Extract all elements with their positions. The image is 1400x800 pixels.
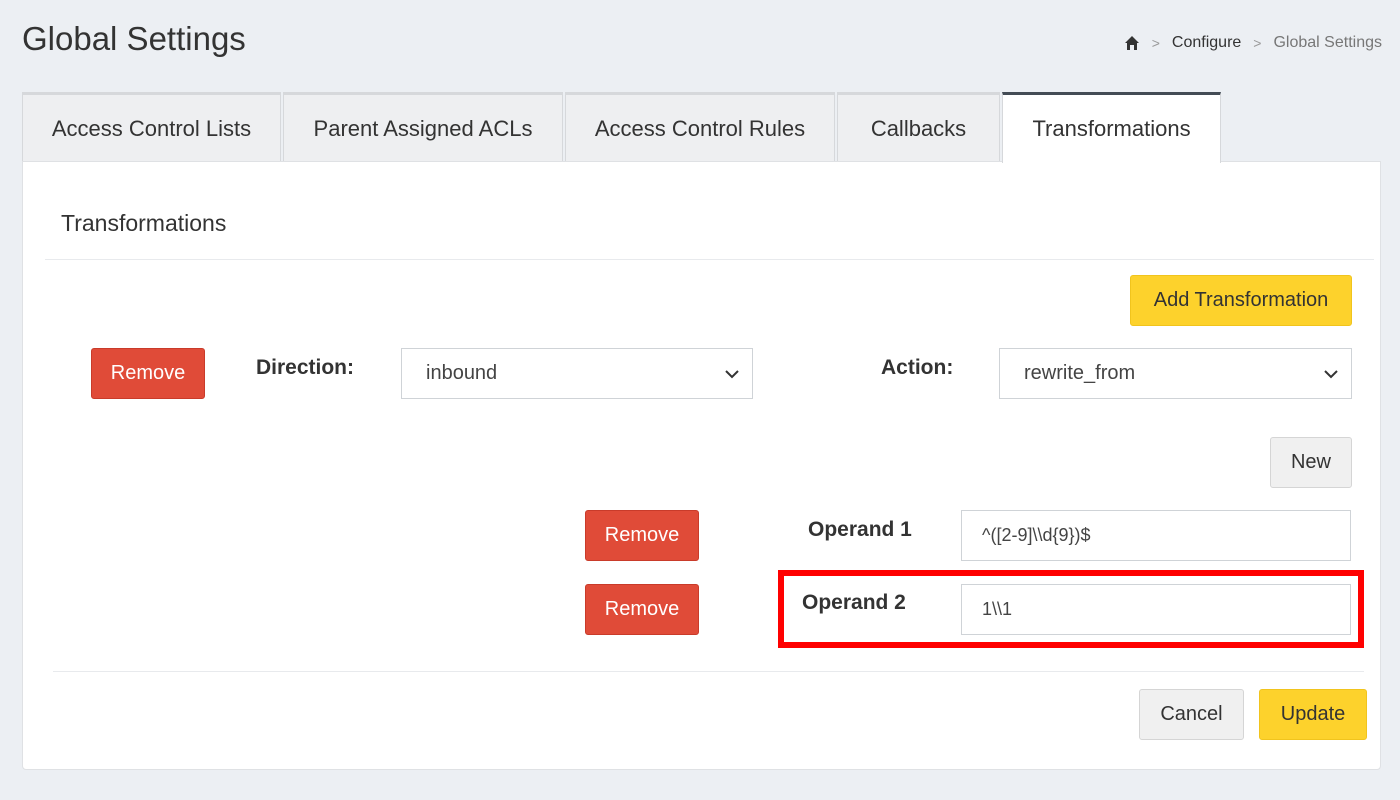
direction-value: inbound <box>426 362 498 384</box>
remove-operand-2-button[interactable]: Remove <box>585 584 699 635</box>
tab-access-control-rules[interactable]: Access Control Rules <box>565 92 835 162</box>
breadcrumb-current: Global Settings <box>1273 34 1382 51</box>
home-icon[interactable] <box>1124 35 1140 51</box>
page-title: Global Settings <box>22 20 246 57</box>
breadcrumb-configure[interactable]: Configure <box>1172 34 1241 52</box>
tab-parent-assigned-acls[interactable]: Parent Assigned ACLs <box>283 92 563 162</box>
tab-bar: Access Control Lists Parent Assigned ACL… <box>22 92 1223 163</box>
operand-1-input[interactable]: ^([2-9]\\d{9})$ <box>961 510 1351 561</box>
operand-1-label: Operand 1 <box>808 518 912 541</box>
direction-label: Direction: <box>256 356 355 379</box>
tab-callbacks[interactable]: Callbacks <box>837 92 1000 162</box>
chevron-down-icon <box>725 370 739 379</box>
divider <box>53 671 1364 672</box>
add-transformation-button[interactable]: Add Transformation <box>1130 275 1352 326</box>
update-button[interactable]: Update <box>1259 689 1367 740</box>
breadcrumb-separator: > <box>1253 35 1262 51</box>
operand-2-input[interactable]: 1\\1 <box>961 584 1351 635</box>
tab-access-control-lists[interactable]: Access Control Lists <box>22 92 281 162</box>
panel-title: Transformations <box>61 210 227 236</box>
direction-select[interactable]: inbound <box>401 348 753 399</box>
divider <box>45 259 1374 260</box>
transformations-panel: Transformations Add Transformation Remov… <box>22 161 1381 770</box>
tab-transformations[interactable]: Transformations <box>1002 92 1221 163</box>
operand-2-label: Operand 2 <box>802 591 906 614</box>
breadcrumb: > Configure > Global Settings <box>1124 34 1382 52</box>
remove-operand-1-button[interactable]: Remove <box>585 510 699 561</box>
action-select[interactable]: rewrite_from <box>999 348 1352 399</box>
breadcrumb-separator: > <box>1151 35 1160 51</box>
action-value: rewrite_from <box>1024 362 1136 384</box>
chevron-down-icon <box>1324 370 1338 379</box>
new-operand-button[interactable]: New <box>1270 437 1352 488</box>
remove-transformation-button[interactable]: Remove <box>91 348 205 399</box>
cancel-button[interactable]: Cancel <box>1139 689 1244 740</box>
action-label: Action: <box>881 356 954 379</box>
